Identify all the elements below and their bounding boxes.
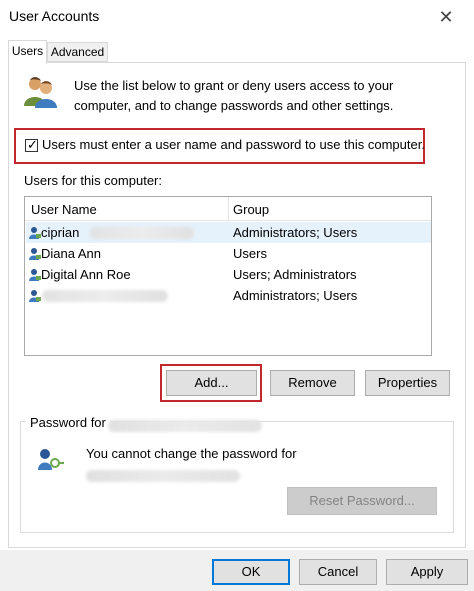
reset-password-button: Reset Password... [287,487,437,515]
table-row[interactable]: Administrators; Users [26,285,431,306]
require-login-label[interactable]: Users must enter a user name and passwor… [42,137,425,152]
users-icon [24,77,57,108]
user-name: ciprian [41,225,80,240]
user-group: Users [233,246,267,261]
require-login-checkbox[interactable]: ✓ [25,137,38,152]
column-header-group[interactable]: Group [233,202,269,217]
user-group: Administrators; Users [233,225,358,240]
user-icon [29,290,41,302]
user-icon [29,269,41,281]
user-group: Administrators; Users [233,288,358,303]
tab-users[interactable]: Users [8,40,47,64]
table-row[interactable]: Digital Ann Roe Users; Administrators [26,264,431,285]
user-name: Digital Ann Roe [41,267,131,282]
checkmark-icon: ✓ [27,137,38,152]
remove-user-button[interactable]: Remove [270,370,355,396]
title-bar: User Accounts ✕ [0,0,474,34]
apply-button[interactable]: Apply [386,559,468,585]
close-icon[interactable]: ✕ [436,7,456,27]
user-list[interactable]: User Name Group ciprian Administrators; … [24,196,432,356]
column-divider[interactable] [228,197,229,221]
properties-button[interactable]: Properties [365,370,450,396]
column-header-user-name[interactable]: User Name [31,202,97,217]
user-list-caption: Users for this computer: [24,173,162,188]
redacted-text [108,420,262,432]
cancel-button[interactable]: Cancel [299,559,377,585]
user-icon [29,227,41,239]
user-icon [29,248,41,260]
user-group: Users; Administrators [233,267,357,282]
password-message: You cannot change the password for [86,446,297,461]
window-title: User Accounts [9,8,100,24]
password-group-legend: Password for [26,415,110,430]
add-user-button[interactable]: Add... [166,370,257,396]
table-row[interactable]: ciprian Administrators; Users [26,222,431,243]
redacted-text [90,227,194,239]
user-name: Diana Ann [41,246,101,261]
user-list-header: User Name Group [25,197,431,221]
key-icon [38,449,64,470]
tab-advanced[interactable]: Advanced [47,42,108,62]
table-row[interactable]: Diana Ann Users [26,243,431,264]
ok-button[interactable]: OK [212,559,290,585]
redacted-text [42,290,168,302]
redacted-text [86,470,240,482]
intro-text: Use the list below to grant or deny user… [74,78,394,113]
